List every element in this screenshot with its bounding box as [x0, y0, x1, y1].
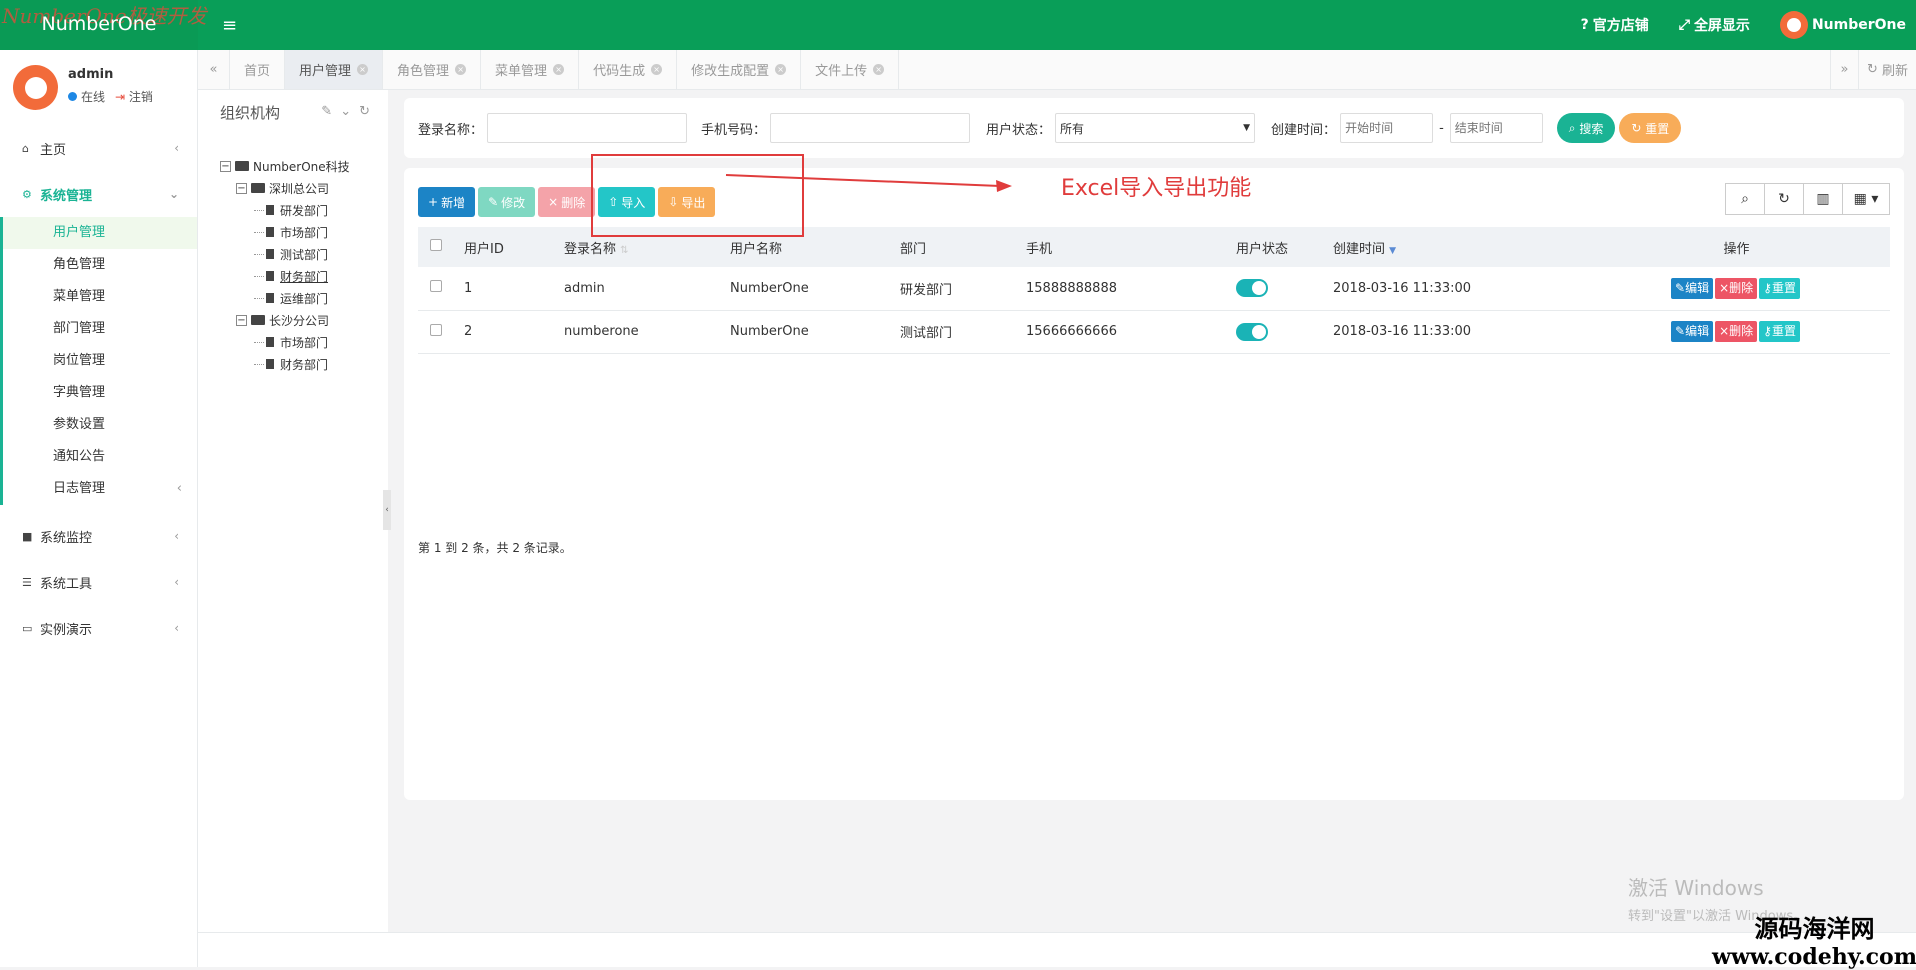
footer: [198, 932, 1916, 967]
site-watermark: 源码海洋网 www.codehy.com: [1712, 915, 1916, 970]
annotation-arrow: [725, 174, 1012, 192]
annotation-text: Excel导入导出功能: [1061, 176, 1252, 201]
